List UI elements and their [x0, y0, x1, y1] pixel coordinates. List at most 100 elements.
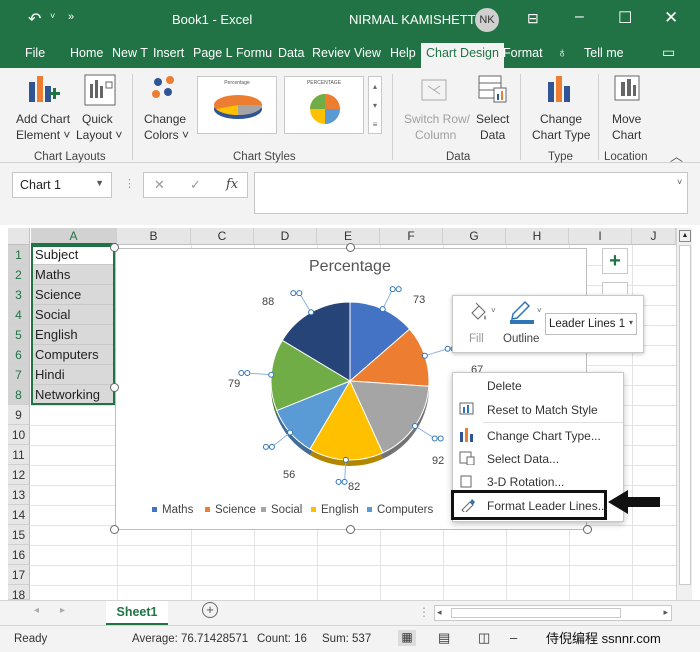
row-header[interactable]: 10 [8, 425, 30, 445]
horizontal-scrollbar[interactable]: ◂ ▸ [434, 605, 672, 621]
name-box[interactable]: Chart 1 ▼ [12, 172, 112, 198]
status-average[interactable]: Average: 76.71428571 [132, 633, 248, 645]
row-header[interactable]: 2 [8, 265, 30, 285]
menu-item-delete[interactable]: Delete [453, 375, 623, 397]
select-data-button[interactable]: Select Data [472, 72, 514, 144]
column-header[interactable]: J [632, 228, 676, 245]
chart-elements-button[interactable]: + [602, 248, 628, 274]
tab-chart-design[interactable]: Chart Design [421, 43, 504, 68]
cell-a5[interactable]: English [31, 325, 113, 345]
leader-line-handle[interactable] [421, 352, 428, 359]
chevron-down-icon[interactable]: ▼ [95, 178, 104, 188]
tab-formulas[interactable]: Formu [236, 46, 272, 60]
tab-file[interactable]: File [25, 46, 45, 60]
row-header[interactable]: 9 [8, 405, 30, 425]
move-chart-button[interactable]: Move Chart [604, 72, 652, 144]
fill-dropdown-icon[interactable]: ˅ [491, 306, 496, 315]
sheet-next-icon[interactable]: ▸ [60, 605, 65, 616]
column-header[interactable]: F [380, 228, 443, 245]
leader-line-handle[interactable] [379, 306, 386, 313]
leader-line-handle[interactable] [341, 478, 348, 485]
add-sheet-icon[interactable]: + [202, 602, 218, 618]
chart-style-thumb-1[interactable]: Percentage [197, 76, 277, 134]
status-count[interactable]: Count: 16 [257, 633, 307, 645]
normal-view-icon[interactable]: ▦ [398, 630, 416, 646]
minimize-icon[interactable]: – [575, 8, 584, 26]
quick-layout-button[interactable]: Quick Layout ˅ [74, 72, 126, 144]
insert-function-icon[interactable]: fx [226, 177, 238, 192]
column-header[interactable]: A [31, 228, 117, 245]
leader-line-handle[interactable] [262, 443, 269, 450]
undo-dropdown-icon[interactable]: ˅ [50, 11, 55, 21]
tab-new[interactable]: New T [112, 46, 148, 60]
cell-a3[interactable]: Science [31, 285, 113, 305]
tab-review[interactable]: Reviev [312, 46, 350, 60]
leader-line-handle[interactable] [431, 435, 438, 442]
customize-qat-icon[interactable]: » [68, 11, 74, 23]
resize-handle[interactable] [346, 243, 355, 252]
column-header[interactable]: B [117, 228, 191, 245]
tab-format[interactable]: Format [503, 46, 543, 60]
leader-line-maths[interactable] [382, 288, 394, 310]
legend-item[interactable]: Computers [367, 504, 433, 516]
tab-home[interactable]: Home [70, 46, 103, 60]
vertical-scrollbar[interactable]: ▲ [676, 228, 692, 600]
row-header[interactable]: 1 [8, 245, 30, 265]
maximize-icon[interactable]: ☐ [618, 8, 632, 28]
column-header[interactable]: G [443, 228, 506, 245]
leader-line-handle[interactable] [268, 443, 275, 450]
scroll-thumb[interactable] [451, 608, 621, 618]
zoom-out-icon[interactable]: – [510, 630, 517, 645]
tab-data[interactable]: Data [278, 46, 304, 60]
row-header[interactable]: 6 [8, 345, 30, 365]
legend-item[interactable]: Social [261, 504, 302, 516]
fill-bucket-icon[interactable] [467, 301, 489, 323]
leader-line-handle[interactable] [342, 456, 349, 463]
avatar[interactable]: NK [475, 8, 499, 32]
leader-line-hindi[interactable] [247, 372, 272, 376]
scroll-thumb[interactable] [679, 245, 691, 585]
cell-a8[interactable]: Networking [31, 385, 113, 405]
cell-a7[interactable]: Hindi [31, 365, 113, 385]
leader-line-social[interactable] [414, 425, 435, 439]
column-header[interactable]: C [191, 228, 254, 245]
chart-style-thumb-2[interactable]: PERCENTAGE [284, 76, 364, 134]
row-header[interactable]: 14 [8, 505, 30, 525]
leader-line-handle[interactable] [308, 309, 315, 316]
outline-pen-icon[interactable] [509, 300, 535, 324]
leader-line-science[interactable] [424, 348, 448, 357]
row-header[interactable]: 15 [8, 525, 30, 545]
row-header[interactable]: 5 [8, 325, 30, 345]
leader-line-handle[interactable] [287, 429, 294, 436]
formula-input[interactable] [254, 172, 688, 214]
sheet-prev-icon[interactable]: ◂ [34, 605, 39, 616]
cancel-icon[interactable]: ✕ [154, 177, 165, 193]
menu-item-select-data[interactable]: Select Data... [453, 447, 623, 469]
menu-item-reset-to-match-style[interactable]: Reset to Match Style [453, 398, 623, 420]
leader-line-handle[interactable] [238, 370, 245, 377]
menu-item-change-chart-type[interactable]: Change Chart Type... [453, 424, 623, 446]
row-header[interactable]: 8 [8, 385, 30, 405]
status-sum[interactable]: Sum: 537 [322, 633, 371, 645]
leader-line-handle[interactable] [444, 345, 451, 352]
cell-a6[interactable]: Computers [31, 345, 113, 365]
add-chart-element-button[interactable]: Add Chart Element ˅ [12, 72, 74, 144]
data-label-maths[interactable]: 73 [413, 294, 425, 306]
expand-formula-icon[interactable]: ˅ [677, 177, 682, 187]
cell-a2[interactable]: Maths [31, 265, 113, 285]
ribbon-display-icon[interactable]: ⊟ [527, 10, 539, 27]
row-header[interactable]: 18 [8, 585, 30, 602]
row-header[interactable]: 3 [8, 285, 30, 305]
comments-icon[interactable]: ▭ [662, 44, 675, 61]
scroll-up-icon[interactable]: ▲ [679, 230, 691, 242]
leader-line-handle[interactable] [437, 435, 444, 442]
tab-insert[interactable]: Insert [153, 46, 184, 60]
tab-view[interactable]: View [354, 46, 381, 60]
data-label-computers[interactable]: 56 [283, 469, 295, 481]
column-header[interactable]: D [254, 228, 317, 245]
cell-a1[interactable]: Subject [31, 245, 113, 265]
menu-item-format-leader-lines[interactable]: Format Leader Lines... [451, 490, 608, 520]
legend-item[interactable]: Maths [152, 504, 193, 516]
scroll-left-icon[interactable]: ◂ [437, 607, 442, 618]
select-all-corner[interactable] [8, 228, 30, 245]
